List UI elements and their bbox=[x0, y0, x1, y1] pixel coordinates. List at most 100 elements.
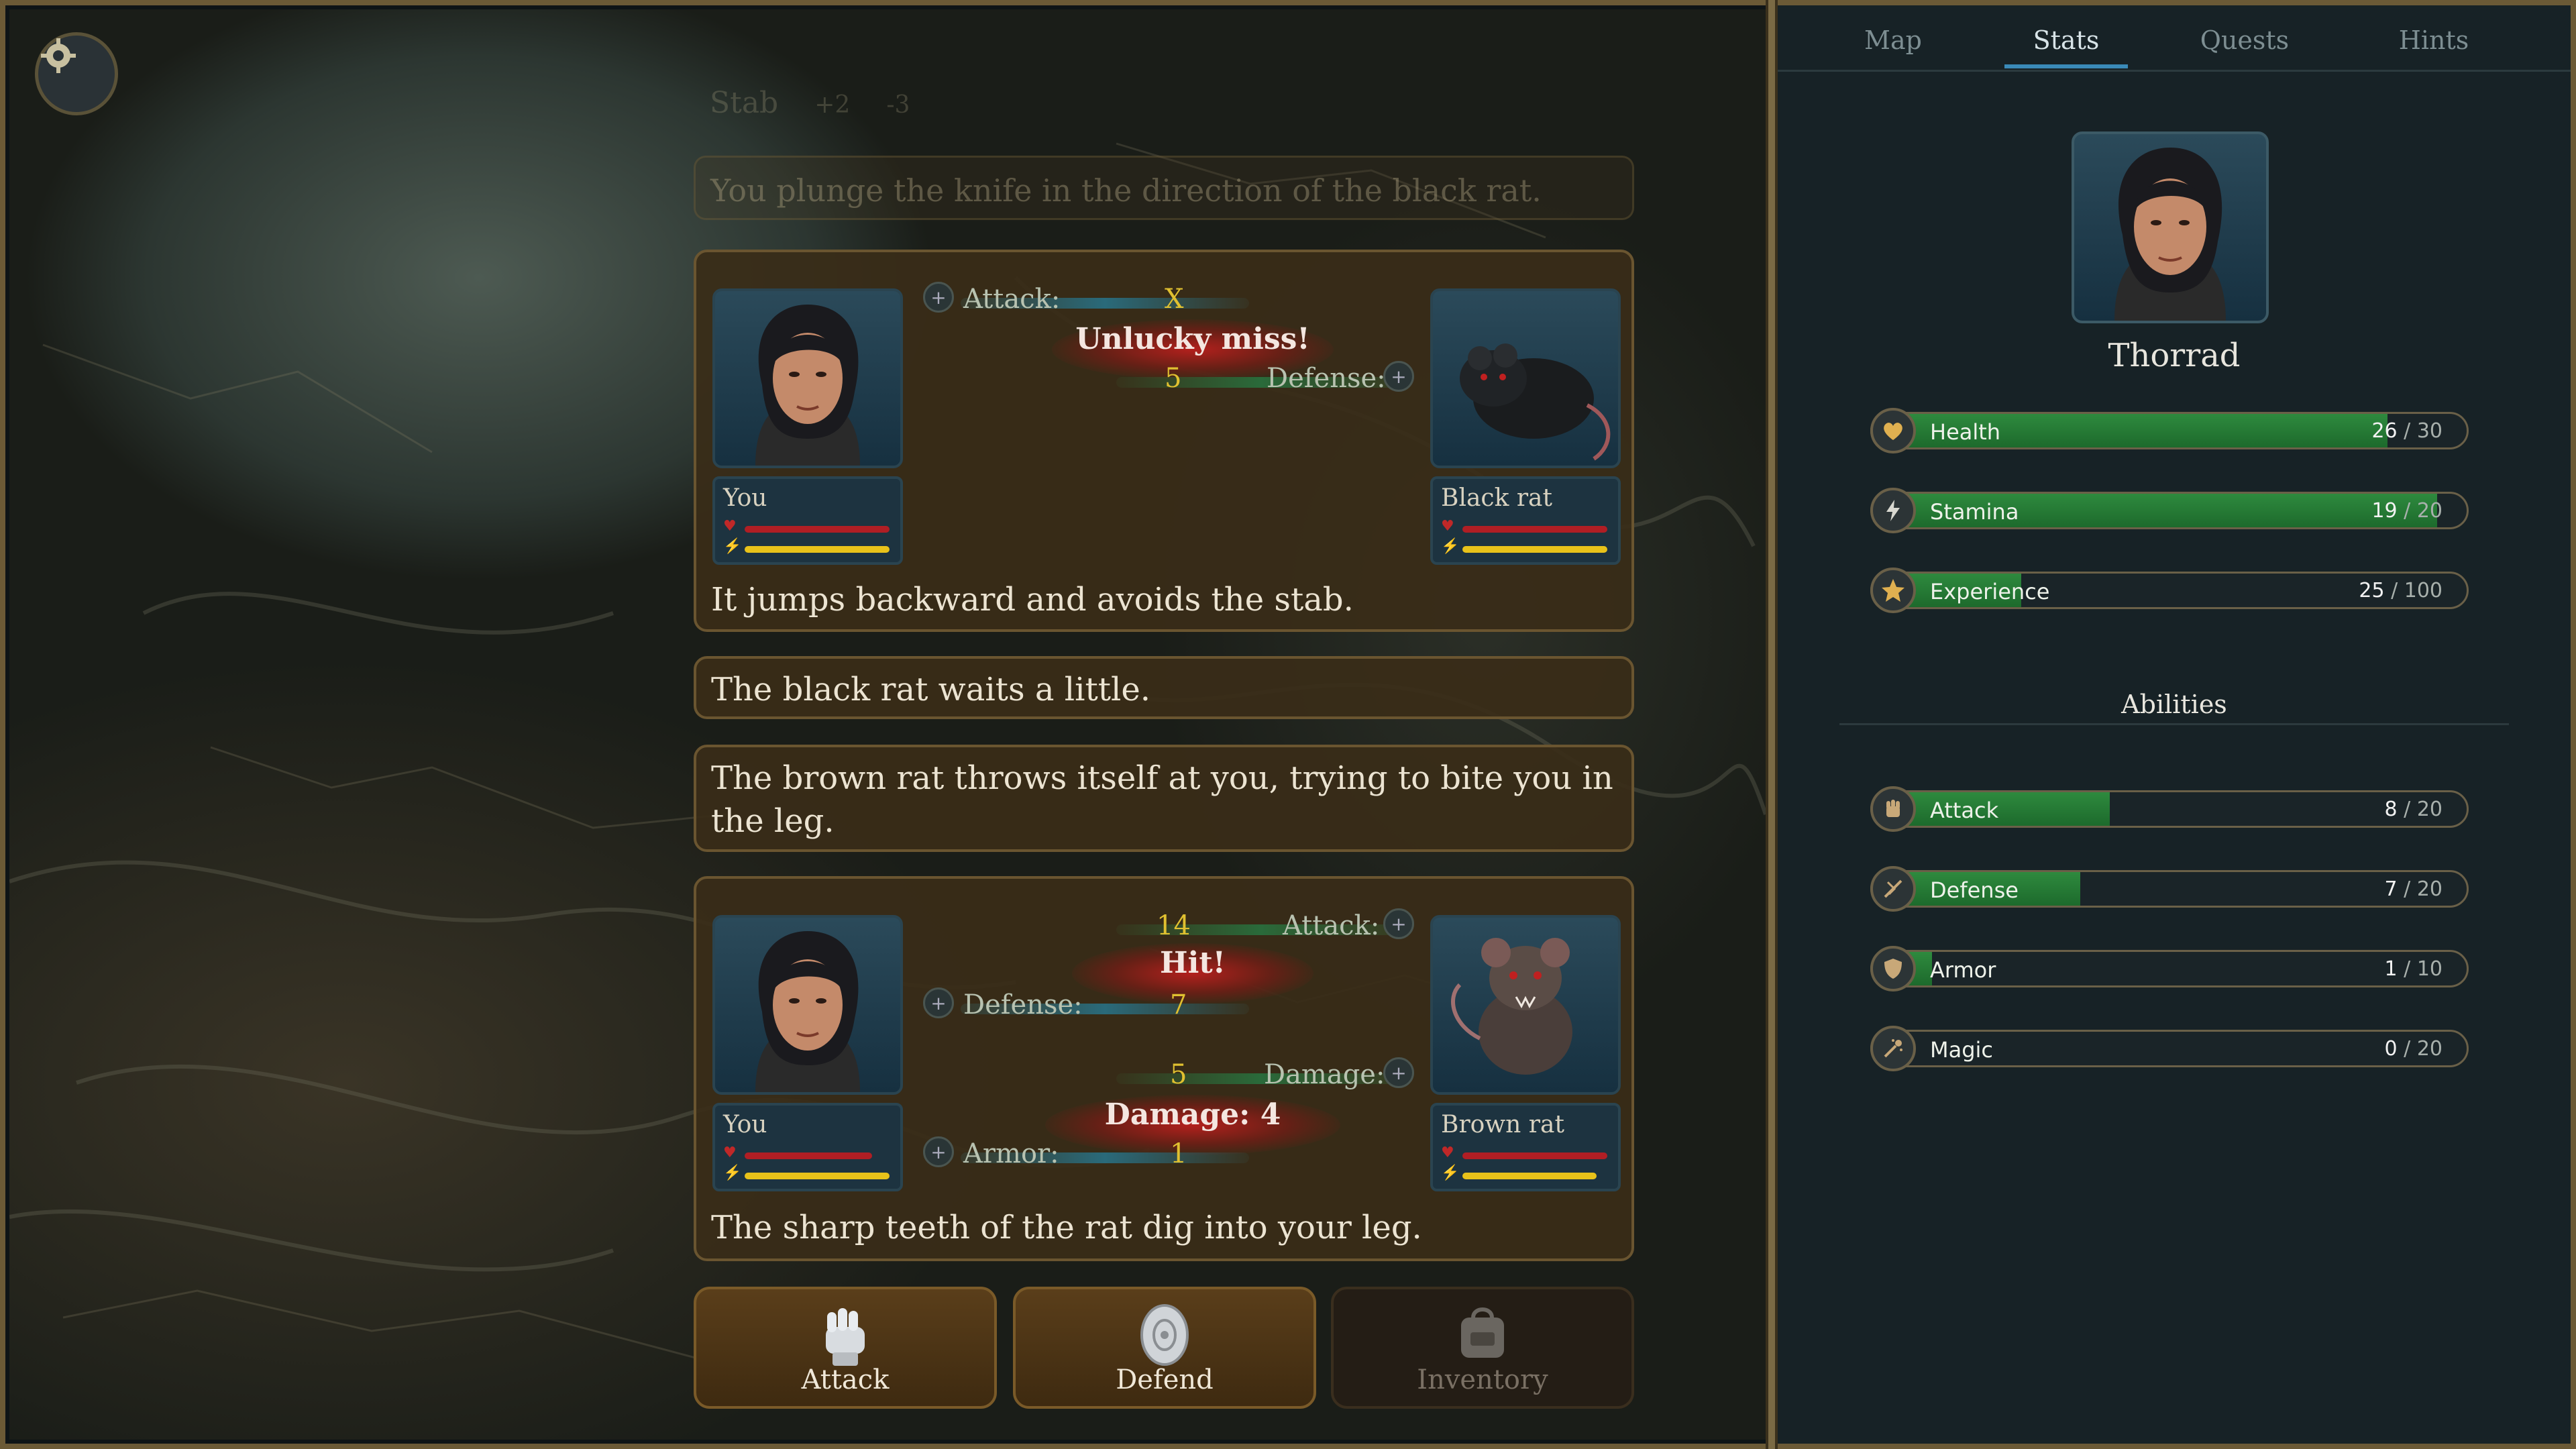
player-status-box-2: You ♥ ⚡ bbox=[712, 1103, 903, 1191]
hero-name: Thorrad bbox=[2108, 337, 2241, 374]
log-entry-wait: The black rat waits a little. bbox=[694, 656, 1634, 719]
defense-info-button[interactable]: + bbox=[1383, 361, 1414, 392]
brown-rat-name: Brown rat bbox=[1441, 1111, 1564, 1138]
tab-quests[interactable]: Quests bbox=[2178, 25, 2312, 55]
brown-rat-status-box: Brown rat ♥ ⚡ bbox=[1430, 1103, 1621, 1191]
gear-icon bbox=[41, 38, 76, 73]
armor-info-button[interactable]: + bbox=[923, 1136, 954, 1167]
attack-row: Attack: bbox=[963, 284, 1061, 315]
player-defense-value-row: 7 bbox=[1170, 989, 1187, 1020]
defense-label: Defense: bbox=[1267, 363, 1386, 394]
heart-icon: ♥ bbox=[1441, 1144, 1454, 1161]
heart-icon: ♥ bbox=[1441, 518, 1454, 535]
black-rat-status-box: Black rat ♥ ⚡ bbox=[1430, 476, 1621, 565]
ability-defense-bar: Defense 7 / 20 bbox=[1870, 870, 2469, 908]
rat-damage-value: 5 bbox=[1170, 1059, 1187, 1090]
hit-result: Hit! bbox=[1160, 946, 1226, 980]
heart-icon bbox=[1870, 408, 1916, 453]
defense-value-row: 5 bbox=[1165, 363, 1182, 394]
player-face bbox=[755, 305, 860, 466]
brown-rat-health-bar bbox=[1462, 1152, 1607, 1159]
black-rat-image bbox=[1460, 343, 1611, 461]
black-rat-health-bar bbox=[1462, 526, 1607, 533]
tab-stats[interactable]: Stats bbox=[1999, 25, 2133, 55]
tab-map[interactable]: Map bbox=[1826, 25, 1960, 55]
attack-info-button[interactable]: + bbox=[923, 282, 954, 313]
player-defense-row: Defense: bbox=[963, 989, 1083, 1020]
faded-log-entry: You plunge the knife in the direction of… bbox=[694, 156, 1634, 220]
faded-title: Stab bbox=[710, 86, 779, 120]
ability-defense-value: 7 / 20 bbox=[2384, 877, 2443, 901]
heart-icon: ♥ bbox=[723, 1144, 737, 1161]
player-defense-label: Defense: bbox=[963, 989, 1083, 1020]
player-status-box: You ♥ ⚡ bbox=[712, 476, 903, 565]
rat-attack-label: Attack: bbox=[1283, 910, 1380, 941]
player-name: You bbox=[723, 484, 767, 512]
stat-stamina-value: 19 / 20 bbox=[2371, 499, 2443, 523]
attack-button-label: Attack bbox=[801, 1364, 890, 1395]
attack-label: Attack: bbox=[963, 284, 1061, 315]
log-entry-brown-rat: The brown rat throws itself at you, tryi… bbox=[694, 745, 1634, 852]
ability-defense-label: Defense bbox=[1930, 877, 2019, 903]
defense-row: Defense: bbox=[1267, 363, 1386, 394]
stat-health-label: Health bbox=[1930, 419, 2001, 445]
stat-experience-bar: Experience 25 / 100 bbox=[1870, 572, 2469, 609]
abilities-divider bbox=[1839, 723, 2509, 725]
rat-attack-row: Attack: bbox=[1283, 910, 1380, 941]
ability-armor-value: 1 / 10 bbox=[2384, 957, 2443, 981]
defend-button[interactable]: Defend bbox=[1013, 1287, 1316, 1409]
lightning-icon: ⚡ bbox=[723, 1165, 742, 1181]
player-defense-info-button[interactable]: + bbox=[923, 987, 954, 1018]
hero-portrait bbox=[2072, 131, 2269, 323]
ability-attack-bar: Attack 8 / 20 bbox=[1870, 790, 2469, 828]
combat-card-2: You ♥ ⚡ Brown rat ♥ ⚡ 14 Attack: + Hit! … bbox=[694, 876, 1634, 1261]
lightning-icon: ⚡ bbox=[1441, 538, 1460, 555]
backpack-icon bbox=[1461, 1307, 1504, 1358]
defend-button-label: Defend bbox=[1116, 1364, 1214, 1395]
settings-button[interactable] bbox=[35, 32, 118, 115]
combat1-description: It jumps backward and avoids the stab. bbox=[711, 581, 1354, 619]
faded-log-text: You plunge the knife in the direction of… bbox=[710, 172, 1542, 209]
inventory-button[interactable]: Inventory bbox=[1331, 1287, 1634, 1409]
rat-attack-info-button[interactable]: + bbox=[1383, 908, 1414, 939]
magic-icon bbox=[1870, 1026, 1916, 1071]
black-rat-stamina-bar bbox=[1462, 546, 1607, 553]
rat-damage-value-row: 5 bbox=[1170, 1059, 1187, 1090]
rat-damage-row: Damage: bbox=[1264, 1059, 1385, 1090]
player-defense-value: 7 bbox=[1170, 989, 1187, 1020]
shield-round-icon bbox=[1140, 1304, 1189, 1366]
brown-rat-portrait bbox=[1430, 915, 1621, 1095]
active-tab-indicator bbox=[2004, 64, 2128, 68]
armor-value: 1 bbox=[1170, 1138, 1187, 1169]
faded-minus: -3 bbox=[886, 91, 910, 119]
side-panel: Map Stats Quests Hints Thorrad Health 26 … bbox=[1778, 5, 2571, 1444]
stat-stamina-bar: Stamina 19 / 20 bbox=[1870, 492, 2469, 529]
tab-bar: Map Stats Quests Hints bbox=[1778, 5, 2571, 72]
ability-magic-label: Magic bbox=[1930, 1037, 1994, 1063]
combat2-description: The sharp teeth of the rat dig into your… bbox=[711, 1209, 1422, 1246]
player-name: You bbox=[723, 1111, 767, 1138]
black-rat-name: Black rat bbox=[1441, 484, 1552, 512]
defense-value: 5 bbox=[1165, 363, 1182, 394]
player-health-bar bbox=[745, 526, 890, 533]
faded-plus: +2 bbox=[814, 91, 851, 119]
tab-hints[interactable]: Hints bbox=[2367, 25, 2501, 55]
attack-button[interactable]: Attack bbox=[694, 1287, 997, 1409]
stat-stamina-label: Stamina bbox=[1930, 499, 2019, 525]
attack-result: Unlucky miss! bbox=[1075, 322, 1310, 356]
attack-value: X bbox=[1165, 284, 1184, 315]
player-face bbox=[755, 931, 860, 1092]
rat-attack-value: 14 bbox=[1157, 910, 1191, 941]
ability-armor-label: Armor bbox=[1930, 957, 1996, 983]
ability-armor-bar: Armor 1 / 10 bbox=[1870, 950, 2469, 987]
fist-icon bbox=[1870, 786, 1916, 832]
star-icon bbox=[1870, 568, 1916, 613]
log-text-wait: The black rat waits a little. bbox=[711, 671, 1151, 708]
stat-experience-label: Experience bbox=[1930, 579, 2050, 604]
ability-attack-value: 8 / 20 bbox=[2384, 798, 2443, 821]
log-text-brown-rat: The brown rat throws itself at you, tryi… bbox=[711, 759, 1613, 840]
lightning-icon: ⚡ bbox=[723, 538, 742, 555]
armor-label: Armor: bbox=[963, 1138, 1059, 1169]
stat-health-value: 26 / 30 bbox=[2371, 419, 2443, 443]
rat-damage-info-button[interactable]: + bbox=[1383, 1057, 1414, 1088]
